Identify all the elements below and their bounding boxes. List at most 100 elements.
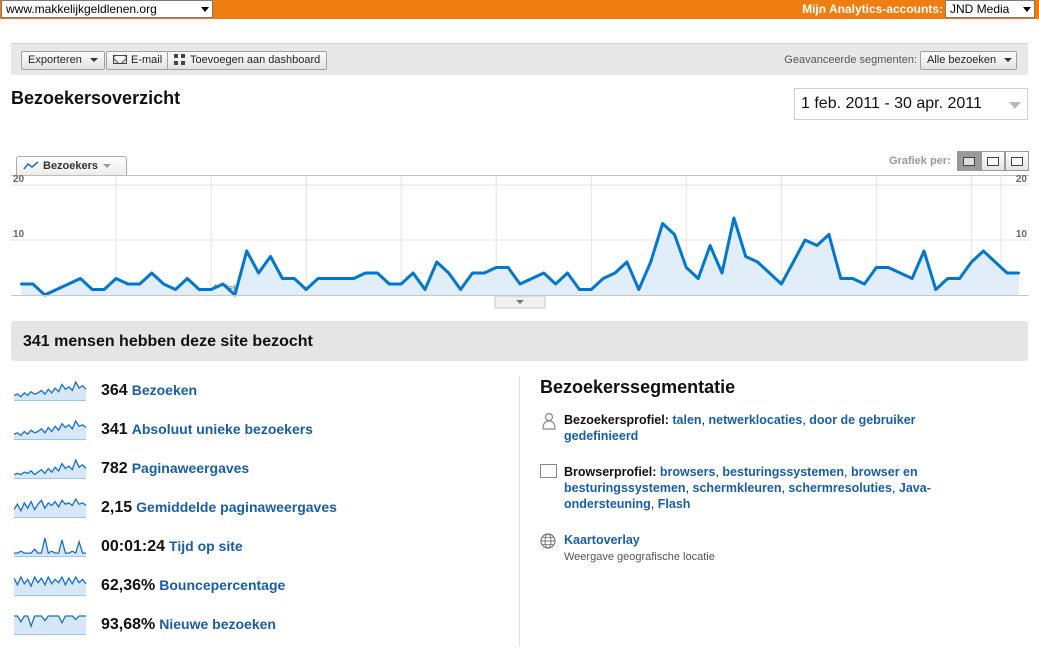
metric-value: 341 Absoluut unieke bezoekers [101, 421, 313, 438]
graph-per-label: Grafiek per: [889, 155, 951, 167]
data-point [542, 271, 545, 275]
visitor-profile-link[interactable]: talen [672, 413, 701, 427]
add-to-dashboard-button[interactable]: Toevoegen aan dashboard [167, 51, 328, 70]
data-point [352, 277, 355, 280]
data-point [423, 288, 427, 291]
date-range-picker[interactable]: 1 feb. 2011 - 30 apr. 2011 [794, 88, 1028, 120]
browser-profile-link[interactable]: schermresoluties [788, 481, 892, 495]
data-point [162, 282, 165, 286]
data-point [934, 288, 938, 291]
day-view-icon [963, 157, 975, 166]
data-point [756, 260, 759, 264]
browser-profile-link[interactable]: schermkleuren [693, 481, 782, 495]
data-point [1017, 271, 1021, 275]
date-range-value: 1 feb. 2011 - 30 apr. 2011 [801, 95, 982, 112]
email-button[interactable]: E-mail [106, 51, 170, 70]
data-point [31, 282, 35, 286]
metric-row: 62,36% Bouncepercentage [14, 571, 514, 601]
data-point [198, 288, 201, 291]
account-select-value: JND Media [950, 2, 1010, 16]
browser-profile-link[interactable]: Flash [658, 497, 691, 511]
metric-link[interactable]: Tijd op site [169, 538, 243, 554]
metric-link[interactable]: Bouncepercentage [159, 577, 285, 593]
sparkline-area [14, 499, 86, 517]
data-point [150, 271, 153, 275]
data-point [388, 282, 391, 286]
metric-link[interactable]: Gemiddelde paginaweergaves [136, 499, 337, 515]
visitor-profile-link[interactable]: netwerklocaties [709, 413, 803, 427]
data-point [697, 277, 700, 280]
graph-per-week-button[interactable] [981, 151, 1005, 171]
metric-row: 782 Paginaweergaves [14, 454, 514, 484]
data-point [364, 271, 367, 275]
column-divider [519, 376, 520, 646]
accounts-label: Mijn Analytics-accounts: [802, 2, 943, 16]
map-overlay-link[interactable]: Kaartoverlay [564, 533, 640, 547]
data-point [863, 282, 866, 286]
browser-profile-link[interactable]: browsers [660, 465, 716, 479]
export-button[interactable]: Exporteren [21, 51, 105, 70]
data-point [720, 271, 724, 275]
person-icon [542, 412, 556, 430]
data-point [827, 233, 831, 236]
data-point [910, 277, 914, 280]
caret-down-icon [103, 164, 112, 169]
sparkline [14, 537, 86, 557]
data-point [625, 260, 629, 264]
site-select-value: www.makkelijkgeldlenen.org [6, 2, 157, 16]
metric-value: 00:01:24 Tijd op site [101, 538, 243, 555]
metric-row: 364 Bezoeken [14, 376, 514, 406]
data-point [780, 282, 783, 286]
browser-profile-link[interactable]: besturingssystemen [722, 465, 844, 479]
data-point [245, 249, 248, 253]
add-to-dashboard-label: Toevoegen aan dashboard [190, 54, 321, 66]
data-point [79, 277, 82, 280]
metric-select[interactable]: Bezoekers [16, 156, 127, 176]
metric-link[interactable]: Absoluut unieke bezoekers [132, 421, 313, 437]
chevron-down-icon [201, 7, 209, 12]
data-point [661, 222, 664, 225]
summary-text: 341 mensen hebben deze site bezocht [23, 333, 313, 350]
data-point [281, 277, 284, 280]
data-point [257, 271, 260, 275]
caret-down-icon [89, 58, 98, 63]
data-point [328, 277, 332, 280]
graph-per-day-button[interactable] [957, 151, 981, 171]
metric-link[interactable]: Bezoeken [132, 382, 197, 398]
sparkline [14, 497, 87, 518]
data-point [269, 255, 272, 258]
graph-per-month-button[interactable] [1005, 151, 1029, 171]
metric-value: 364 Bezoeken [101, 382, 198, 399]
report-toolbar: Exporteren E-mail Toevoegen aan dashboar… [11, 43, 1028, 75]
browser-profile-label: Browserprofiel: [564, 465, 657, 479]
data-point [447, 271, 450, 275]
metric-link[interactable]: Nieuwe bezoeken [159, 616, 276, 632]
data-point [839, 277, 842, 280]
data-point [399, 282, 403, 286]
y-tick-label-right: 10 [1016, 229, 1028, 240]
data-point [495, 266, 498, 269]
y-tick-label-left: 10 [13, 229, 25, 240]
chevron-down-icon [1009, 102, 1021, 109]
export-button-label: Exporteren [28, 54, 82, 66]
metric-row: 93,68% Nieuwe bezoeken [14, 610, 514, 640]
data-point [186, 277, 189, 280]
data-point [304, 288, 308, 291]
data-point [459, 288, 462, 291]
data-point [102, 288, 106, 291]
browser-profile-text: Browserprofiel: browsers, besturingssyst… [564, 465, 931, 511]
data-point [554, 282, 557, 286]
segment-select-value: Alle bezoeken [927, 54, 997, 66]
segment-select[interactable]: Alle bezoeken [920, 51, 1017, 70]
sparkline [14, 458, 87, 479]
data-point [946, 277, 949, 280]
site-select[interactable]: www.makkelijkgeldlenen.org [1, 0, 213, 18]
data-point [649, 260, 652, 264]
data-point [293, 277, 296, 280]
metric-link[interactable]: Paginaweergaves [132, 460, 250, 476]
account-select[interactable]: JND Media [945, 0, 1035, 18]
data-point [435, 260, 439, 264]
envelope-icon [113, 55, 127, 64]
metric-value: 2,15 Gemiddelde paginaweergaves [101, 499, 337, 516]
sparkline [14, 380, 87, 401]
